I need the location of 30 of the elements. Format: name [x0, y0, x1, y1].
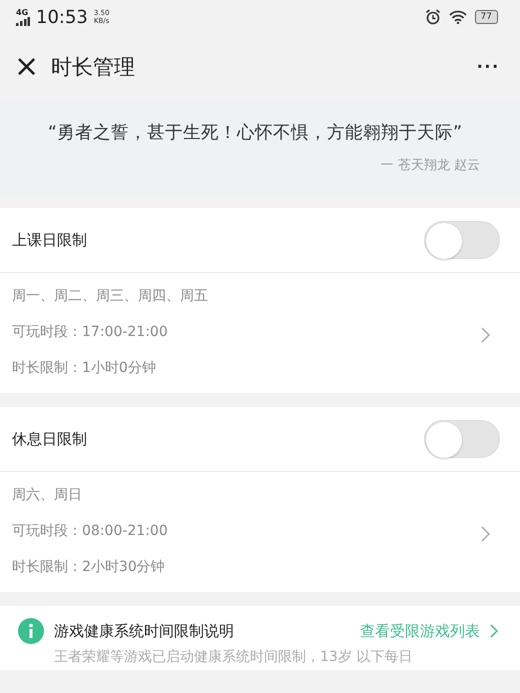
close-button[interactable]: ×: [8, 52, 46, 82]
chevron-icon: [481, 327, 490, 343]
chevron-icon: [481, 526, 490, 542]
restricted-games-link[interactable]: 查看受限游戏列表: [360, 622, 480, 640]
quote-author: 一 苍天翔龙 赵云: [380, 157, 480, 174]
chevron-icon: [490, 624, 498, 638]
battery-indicator: 77: [474, 10, 498, 24]
alarm-icon: [424, 9, 441, 25]
page-title: 时长管理: [51, 54, 136, 81]
info-icon: [18, 618, 44, 644]
days-text: 周一、周二、周三、周四、周五: [12, 287, 208, 305]
toggle-switch[interactable]: [424, 420, 500, 458]
more-button[interactable]: ···: [473, 56, 504, 78]
limit-title: 上课日限制: [12, 230, 87, 250]
notice-title: 游戏健康系统时间限制说明: [54, 622, 235, 640]
days-text: 周六、周日: [12, 486, 83, 504]
signal-icon: [16, 17, 30, 26]
schedule-item[interactable]: 周一、周二、周三、周四、周五 可玩时段：17:00-21:00 时长限制：1小时0分钟: [0, 273, 520, 393]
network-label: 4G: [16, 8, 28, 17]
quote-text: “勇者之誓，甚于生死！心怀不惧，方能翱翔于天际”: [46, 122, 464, 144]
limit-title: 休息日限制: [12, 430, 87, 448]
duration-text: 时长限制：2小时30分钟: [12, 558, 166, 576]
toggle-switch[interactable]: [424, 221, 500, 259]
duration-text: 时长限制：1小时0分钟: [12, 359, 157, 377]
period-text: 可玩时段：17:00-21:00: [12, 323, 169, 341]
clock-time: 10:53: [36, 6, 88, 28]
wifi-icon: [448, 10, 467, 24]
period-text: 可玩时段：08:00-21:00: [12, 522, 168, 540]
schedule-item[interactable]: 周六、周日 可玩时段：08:00-21:00 时长限制：2小时30分钟: [0, 472, 520, 592]
notice-text: 王者荣耀等游戏已启动健康系统时间限制，13岁 以下每日: [54, 648, 414, 666]
